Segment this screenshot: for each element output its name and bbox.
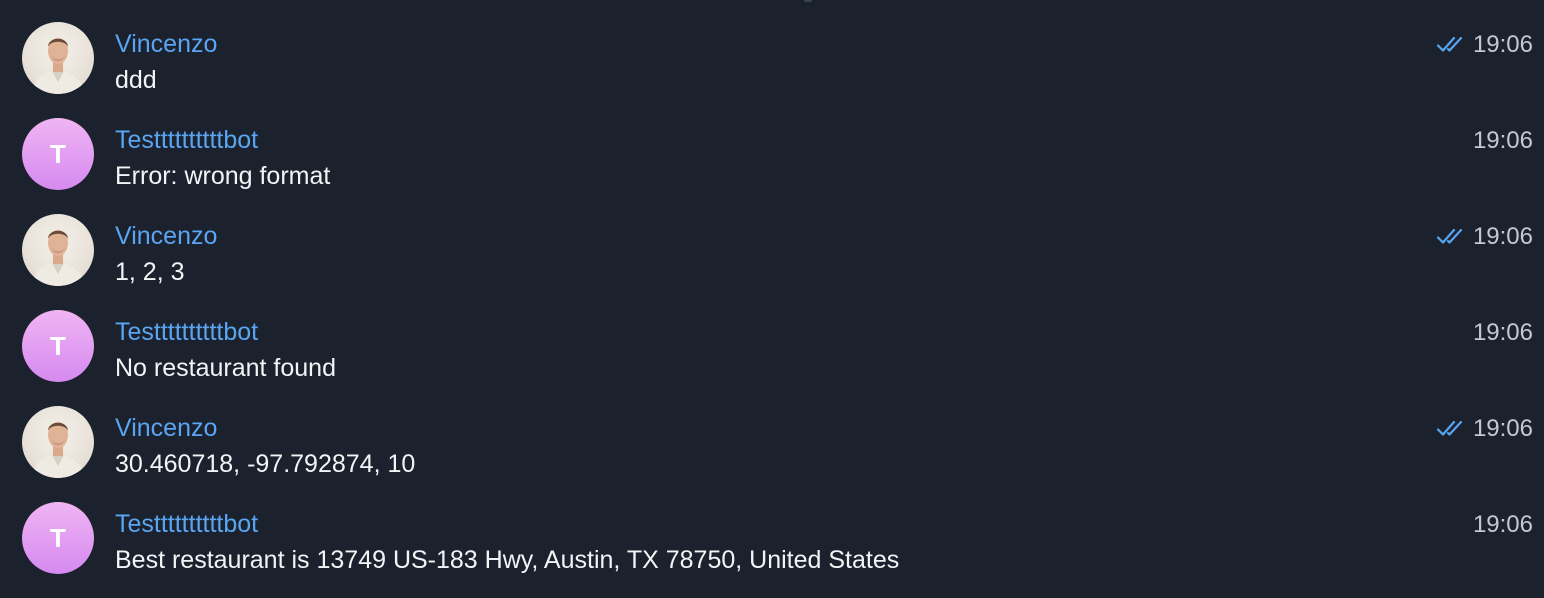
avatar-letter: T [50,330,66,361]
message-meta: 19:06 [1473,510,1533,540]
message-meta: 19:06 [1473,126,1533,156]
avatar-letter: T [50,138,66,169]
message-meta: 19:06 [1436,222,1533,252]
timestamp: 19:06 [1472,415,1533,442]
timestamp: 19:06 [1472,511,1533,538]
timestamp: 19:06 [1472,223,1533,250]
message-row[interactable]: Vincenzo 30.460718, -97.792874, 10 19:06 [0,384,1544,480]
user-avatar[interactable] [22,22,94,94]
message-row[interactable]: Vincenzo 1, 2, 3 19:06 [0,192,1544,288]
double-check-icon [1436,36,1463,52]
user-avatar[interactable] [22,406,94,478]
message-meta: 19:06 [1436,30,1533,60]
sender-name[interactable]: Testtttttttttbot [115,316,258,348]
double-check-icon [1436,420,1463,436]
message-meta: 19:06 [1473,318,1533,348]
message-text: Error: wrong format [115,162,331,190]
timestamp: 19:06 [1472,31,1533,58]
message-text: ddd [115,66,157,94]
chat-message-list[interactable]: Vincenzo ddd 19:06 T Testtttttttttbot Er… [0,0,1544,598]
message-row[interactable]: Vincenzo ddd 19:06 [0,0,1544,96]
bot-avatar[interactable]: T [22,310,94,382]
message-text: 30.460718, -97.792874, 10 [115,450,416,478]
sender-name[interactable]: Testtttttttttbot [115,124,258,156]
message-text: No restaurant found [115,354,336,382]
bot-avatar[interactable]: T [22,502,94,574]
user-photo-icon [32,38,84,94]
message-text: Best restaurant is 13749 US-183 Hwy, Aus… [115,546,900,574]
sender-name[interactable]: Vincenzo [115,220,217,252]
message-text: 1, 2, 3 [115,258,185,286]
timestamp: 19:06 [1472,319,1533,346]
message-meta: 19:06 [1436,414,1533,444]
timestamp: 19:06 [1472,127,1533,154]
user-avatar[interactable] [22,214,94,286]
sender-name[interactable]: Testtttttttttbot [115,508,258,540]
message-row[interactable]: T Testtttttttttbot Best restaurant is 13… [0,480,1544,576]
bot-avatar[interactable]: T [22,118,94,190]
message-row[interactable]: T Testtttttttttbot No restaurant found 1… [0,288,1544,384]
avatar-letter: T [50,522,66,553]
double-check-icon [1436,228,1463,244]
user-photo-icon [32,422,84,478]
sender-name[interactable]: Vincenzo [115,28,217,60]
user-photo-icon [32,230,84,286]
message-row[interactable]: T Testtttttttttbot Error: wrong format 1… [0,96,1544,192]
sender-name[interactable]: Vincenzo [115,412,217,444]
